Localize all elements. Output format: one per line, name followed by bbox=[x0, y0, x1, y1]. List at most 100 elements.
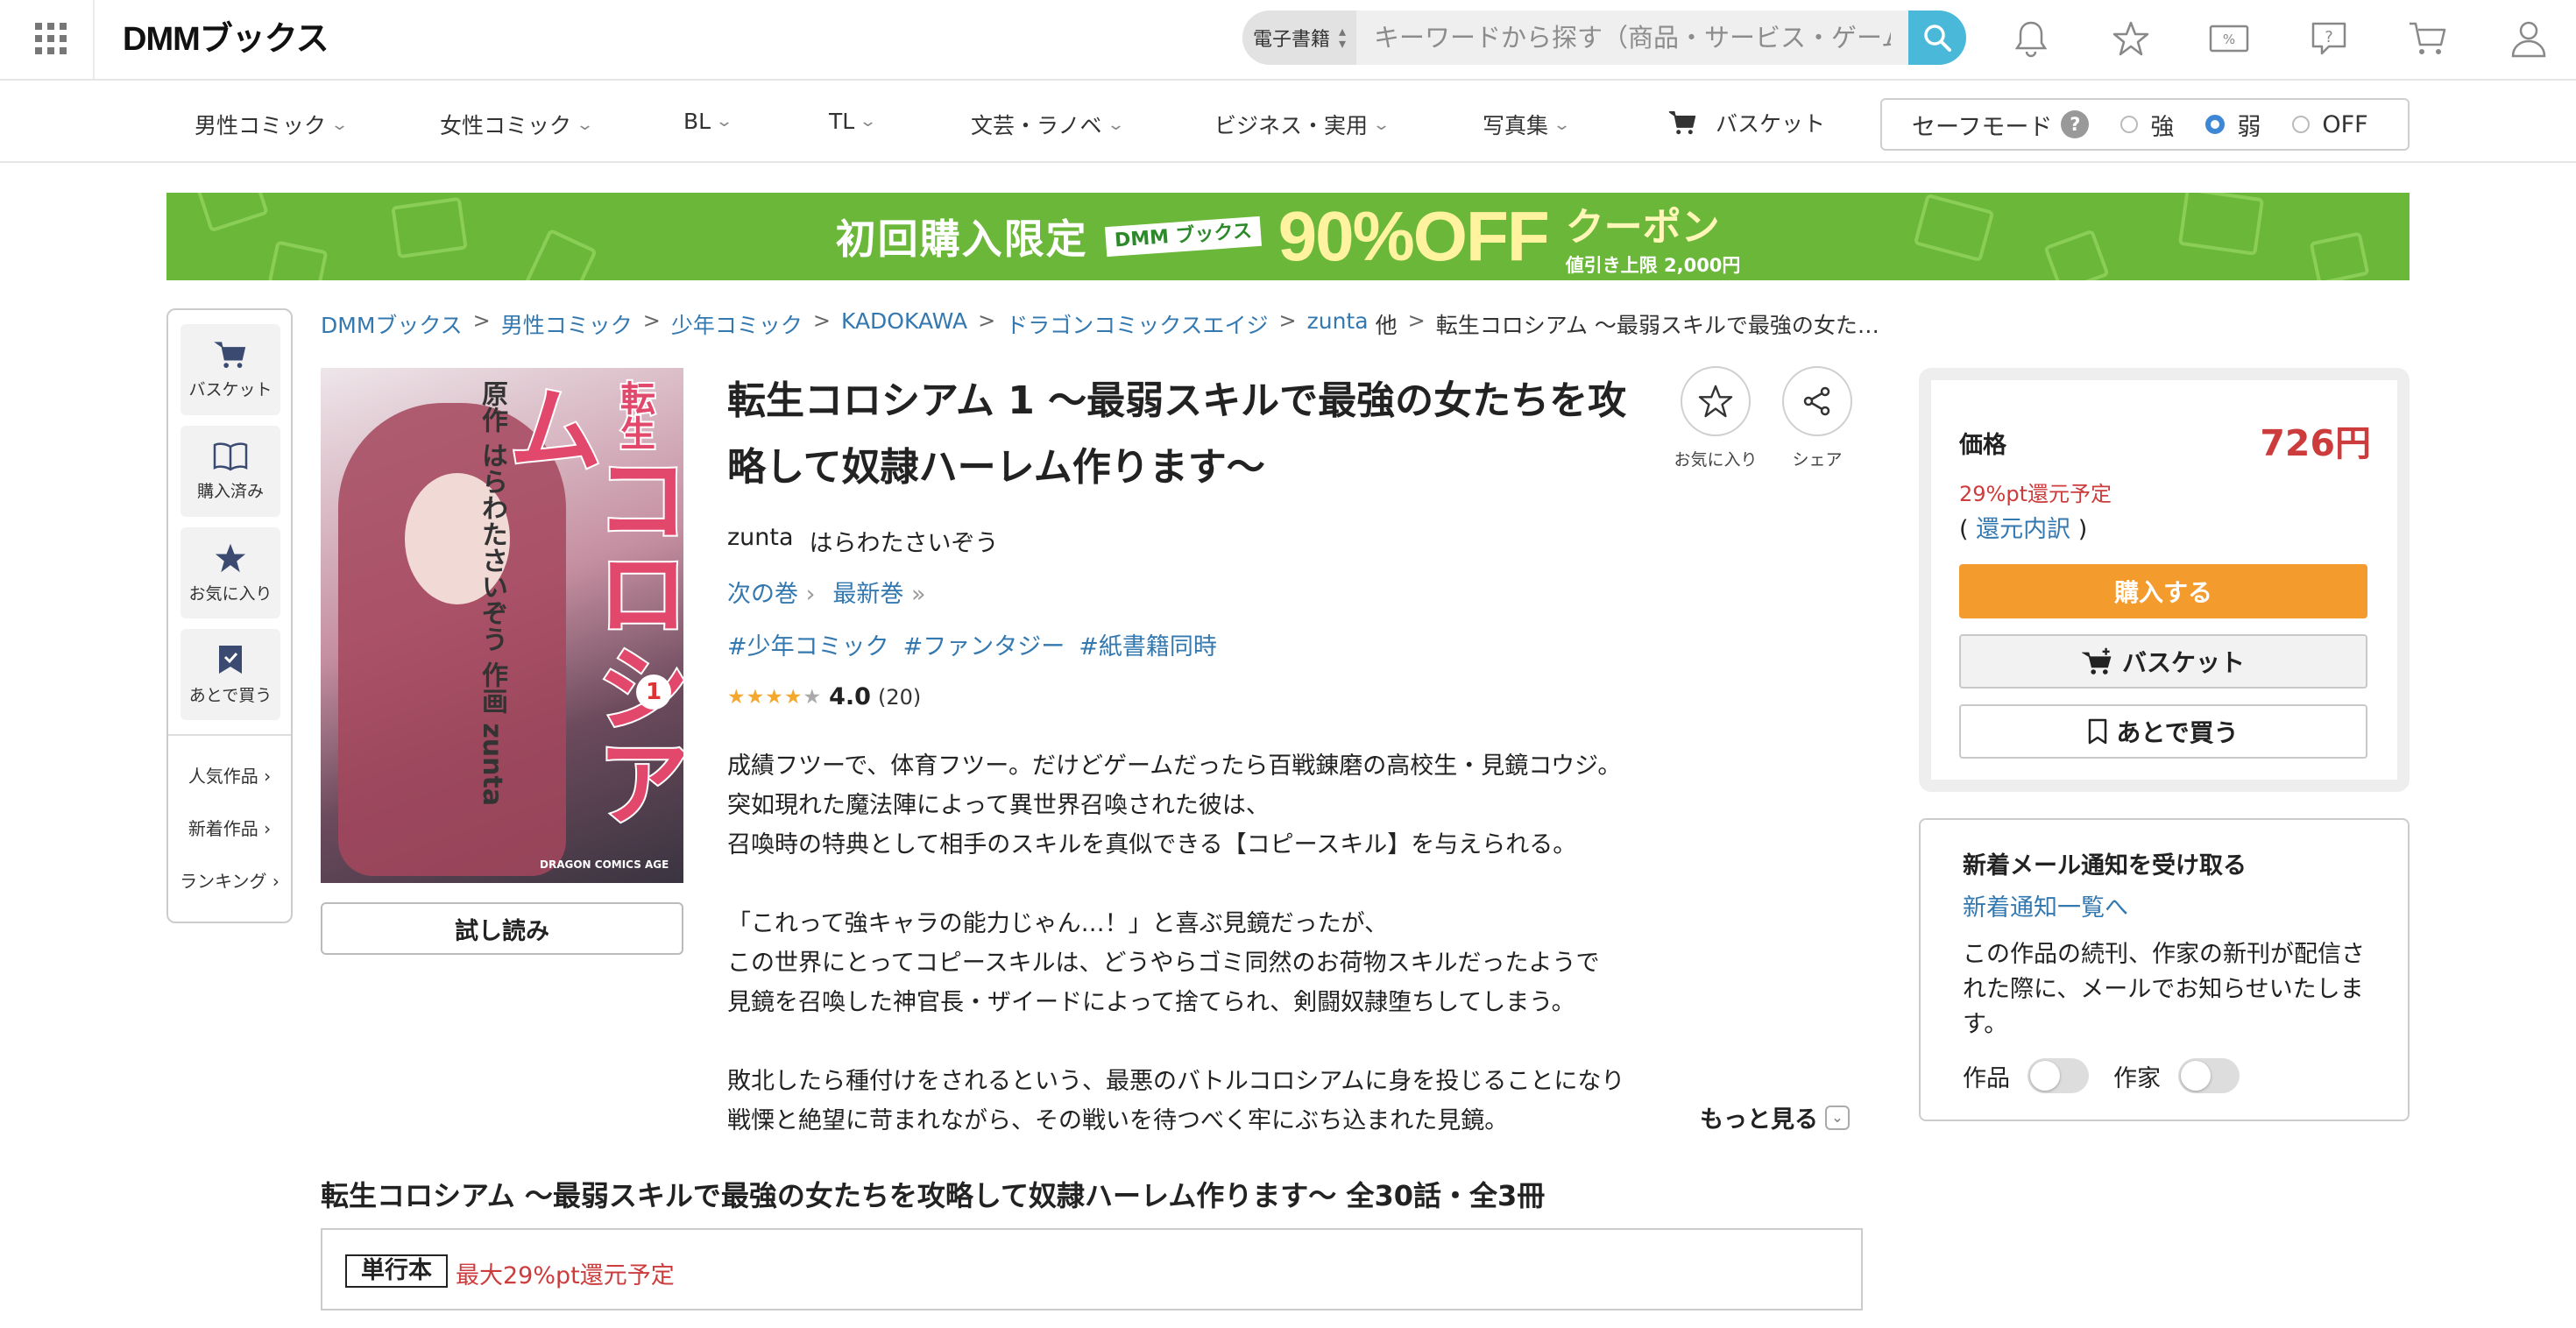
add-to-basket-button[interactable]: バスケット bbox=[1959, 634, 2367, 689]
share-button[interactable] bbox=[1782, 366, 1852, 436]
latest-volume-link[interactable]: 最新巻 » bbox=[832, 575, 925, 609]
toggle-label: 作品 bbox=[1963, 1064, 2010, 1092]
breadcrumb-other: 他 bbox=[1375, 313, 1398, 338]
sidebar-favorites-button[interactable]: お気に入り bbox=[180, 527, 280, 618]
breadcrumb-link[interactable]: zunta bbox=[1307, 308, 1369, 340]
nav-basket-label: バスケット bbox=[1716, 111, 1826, 137]
format-row[interactable]: 単行本 最大29%pt還元予定 bbox=[321, 1228, 1863, 1310]
header-divider bbox=[93, 0, 95, 79]
next-volume-label: 次の巻 bbox=[727, 581, 798, 608]
sidebar-later-button[interactable]: あとで買う bbox=[180, 629, 280, 720]
bell-icon[interactable] bbox=[2010, 18, 2052, 60]
sidebar-link-new[interactable]: 新着作品 › bbox=[168, 815, 291, 840]
search-category-select[interactable]: 電子書籍 ▴ ▾ bbox=[1242, 11, 1356, 65]
toggle-work[interactable]: 作品 bbox=[1963, 1058, 2089, 1093]
price-label: 価格 bbox=[1959, 432, 2006, 459]
next-volume-link[interactable]: 次の巻 › bbox=[727, 575, 815, 609]
breadcrumb-link[interactable]: DMMブックス bbox=[321, 308, 463, 340]
points-breakdown: ( 還元内訳 ) bbox=[1959, 510, 2087, 544]
cart-icon bbox=[1668, 110, 1696, 135]
author-link[interactable]: zunta bbox=[727, 524, 794, 558]
svg-text:?: ? bbox=[2325, 28, 2333, 46]
buy-button[interactable]: 購入する bbox=[1959, 564, 2367, 618]
toggle-switch[interactable] bbox=[2028, 1058, 2089, 1093]
sidebar-link-label: 新着作品 bbox=[188, 818, 258, 839]
breadcrumb-link[interactable]: 男性コミック bbox=[501, 308, 633, 340]
breadcrumb-link[interactable]: 少年コミック bbox=[671, 308, 803, 340]
trial-read-button[interactable]: 試し読み bbox=[321, 902, 683, 955]
book-icon bbox=[213, 441, 248, 471]
sidebar-link-popular[interactable]: 人気作品 › bbox=[168, 762, 291, 788]
nav-label: TL bbox=[829, 109, 855, 134]
star-icon[interactable] bbox=[2110, 18, 2152, 60]
quick-sidebar: バスケット 購入済み お気に入り あとで買う 人気作品 › 新着作品 › ランキ… bbox=[166, 308, 293, 923]
chevron-right-icon: › bbox=[264, 818, 272, 839]
nav-item-bl[interactable]: BL ⌄ bbox=[683, 109, 733, 134]
search-button[interactable] bbox=[1908, 11, 1966, 65]
basket-label: バスケット bbox=[2121, 648, 2245, 677]
help-icon[interactable]: ? bbox=[2061, 110, 2090, 138]
favorite-button[interactable] bbox=[1681, 366, 1751, 436]
site-logo[interactable]: DMMブックス bbox=[123, 19, 329, 60]
nav-basket-link[interactable]: バスケット bbox=[1668, 107, 1825, 138]
favorite-label: お気に入り bbox=[1674, 450, 1758, 470]
toggle-switch[interactable] bbox=[2178, 1058, 2240, 1093]
cover-title: 転生コロシアム bbox=[491, 378, 683, 883]
tag-link[interactable]: #紙書籍同時 bbox=[1079, 627, 1217, 661]
description-line: 成績フツーで、体育フツー。だけどゲームだったら百戦錬磨の高校生・見鏡コウジ。 bbox=[727, 752, 1622, 780]
later-label: あとで買う bbox=[2116, 718, 2239, 747]
nav-item-business[interactable]: ビジネス・実用 ⌄ bbox=[1214, 109, 1391, 140]
author-link[interactable]: はらわたさいぞう bbox=[810, 524, 999, 558]
description-line: 「これって強キャラの能力じゃん…！」と喜ぶ見鏡だったが、 bbox=[727, 910, 1389, 937]
rating[interactable]: ★★★★★ 4.0 (20) bbox=[727, 683, 921, 710]
nav-item-womens-comic[interactable]: 女性コミック ⌄ bbox=[440, 109, 594, 140]
sidebar-label: あとで買う bbox=[188, 685, 272, 705]
sidebar-basket-button[interactable]: バスケット bbox=[180, 324, 280, 415]
breadcrumb-link[interactable]: ドラゴンコミックスエイジ bbox=[1006, 308, 1268, 340]
nav-label: ビジネス・実用 bbox=[1214, 113, 1369, 138]
help-icon[interactable]: ? bbox=[2308, 18, 2350, 60]
description-line bbox=[727, 865, 1682, 904]
breadcrumb-separator: > bbox=[812, 308, 831, 333]
option-label: 強 bbox=[2150, 113, 2175, 141]
latest-volume-label: 最新巻 bbox=[832, 581, 904, 608]
nav-item-tl[interactable]: TL ⌄ bbox=[829, 109, 878, 134]
notification-list-link[interactable]: 新着通知一覧へ bbox=[1963, 888, 2128, 922]
buy-later-button[interactable]: あとで買う bbox=[1959, 704, 2367, 759]
chevron-down-icon: ⌄ bbox=[1552, 115, 1572, 134]
coupon-icon[interactable]: % bbox=[2208, 18, 2250, 60]
banner-lead: 初回購入限定 bbox=[835, 215, 1088, 263]
chevron-down-icon: ⌄ bbox=[859, 112, 878, 131]
cart-icon bbox=[214, 341, 246, 368]
radio-selected-icon bbox=[2205, 115, 2226, 134]
nav-item-mens-comic[interactable]: 男性コミック ⌄ bbox=[195, 109, 349, 140]
tag-link[interactable]: #少年コミック bbox=[727, 627, 889, 661]
safe-mode-option-off[interactable]: OFF bbox=[2292, 111, 2368, 138]
search-input[interactable] bbox=[1365, 11, 1891, 65]
sidebar-divider bbox=[168, 734, 291, 736]
breadcrumb-separator: > bbox=[472, 308, 491, 333]
toggle-author[interactable]: 作家 bbox=[2113, 1058, 2240, 1093]
sidebar-label: バスケット bbox=[188, 379, 272, 399]
nav-item-novels[interactable]: 文芸・ラノベ ⌄ bbox=[971, 109, 1125, 140]
show-more-button[interactable]: もっと見る ⌄ bbox=[1700, 1100, 1850, 1134]
app-grid-icon[interactable] bbox=[33, 21, 68, 56]
book-cover[interactable]: 原作 はらわたさいぞう 作画 zunta 転生コロシアム 1 DRAGON CO… bbox=[321, 368, 683, 883]
safe-mode-option-strong[interactable]: 強 bbox=[2120, 108, 2174, 142]
promo-banner[interactable]: 初回購入限定 DMM ブックス 90%OFF クーポン 値引き上限 2,000円 bbox=[166, 193, 2410, 280]
show-more-label: もっと見る bbox=[1700, 1106, 1818, 1134]
breadcrumb-link[interactable]: KADOKAWA bbox=[841, 308, 967, 340]
sidebar-purchased-button[interactable]: 購入済み bbox=[180, 426, 280, 517]
user-icon[interactable] bbox=[2508, 18, 2550, 60]
sidebar-link-ranking[interactable]: ランキング › bbox=[168, 867, 291, 893]
sidebar-label: 購入済み bbox=[196, 481, 264, 501]
cart-icon[interactable] bbox=[2406, 18, 2448, 60]
safe-mode-option-weak[interactable]: 弱 bbox=[2205, 108, 2261, 142]
breadcrumb-current: 転生コロシアム ～最弱スキルで最強の女た… bbox=[1435, 313, 1879, 338]
nav-label: 女性コミック bbox=[440, 113, 572, 138]
sidebar-link-label: ランキング bbox=[180, 871, 267, 892]
points-breakdown-link[interactable]: 還元内訳 bbox=[1976, 516, 2070, 543]
tag-link[interactable]: #ファンタジー bbox=[903, 627, 1065, 661]
mail-title: 新着メール通知を受け取る bbox=[1963, 852, 2247, 879]
nav-item-photobooks[interactable]: 写真集 ⌄ bbox=[1483, 109, 1572, 140]
